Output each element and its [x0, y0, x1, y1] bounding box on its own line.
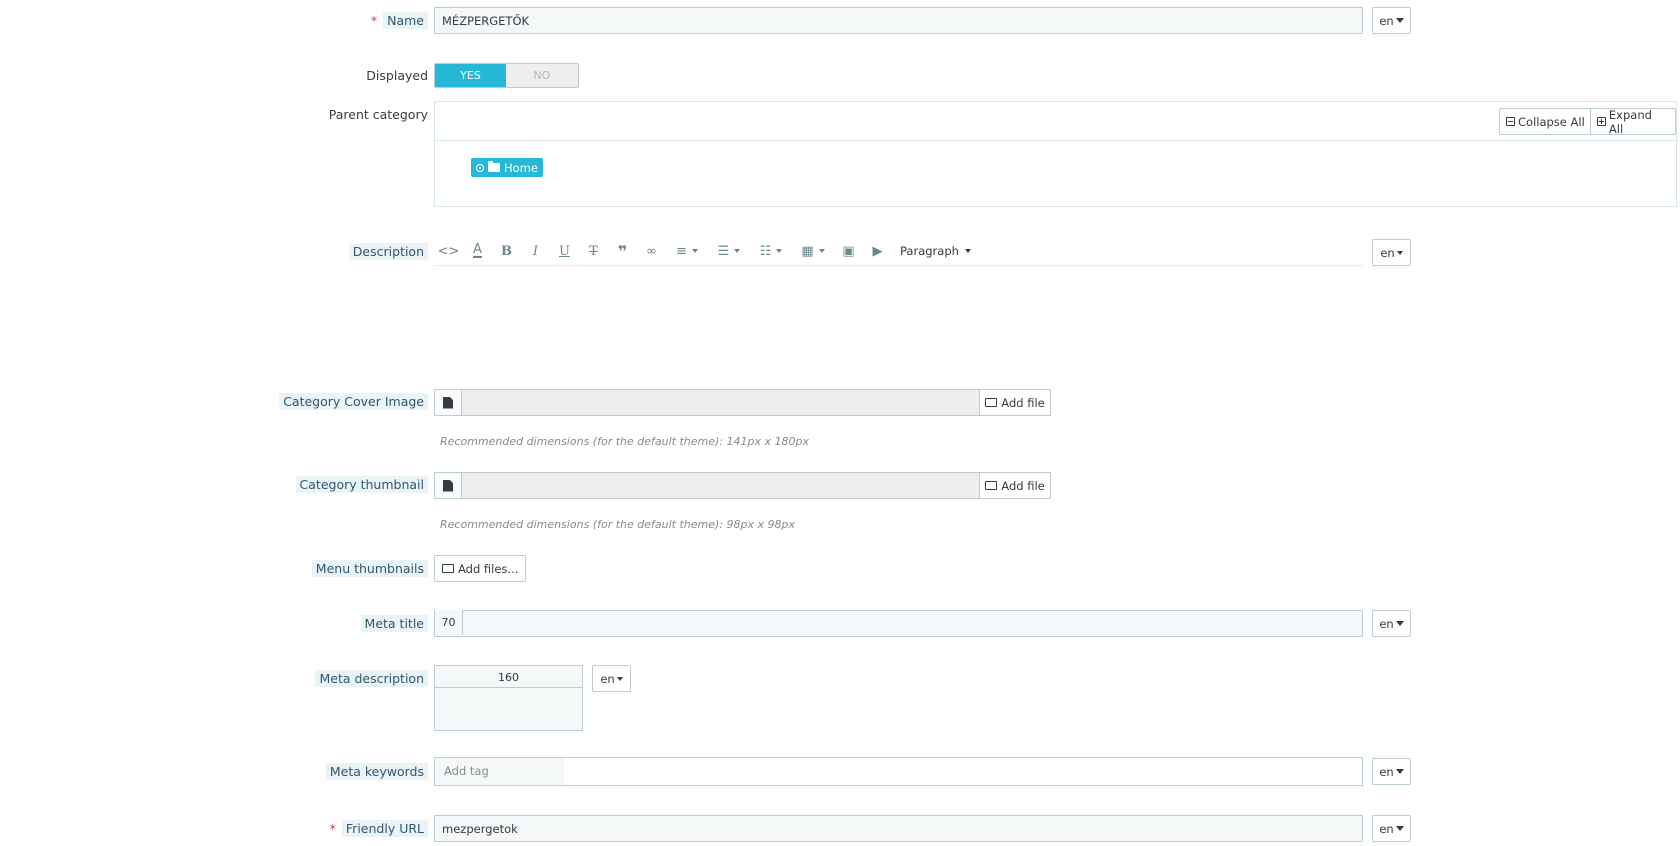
friendly-url-label-text: Friendly URL	[341, 820, 428, 837]
cover-image-label-text: Category Cover Image	[279, 393, 428, 410]
collapse-all-button[interactable]: Collapse All	[1499, 108, 1592, 135]
meta-title-lang-dropdown[interactable]: en	[1372, 610, 1411, 637]
meta-keywords-field[interactable]: Add tag	[434, 757, 1363, 786]
tree-item-home[interactable]: Home	[471, 158, 543, 177]
meta-keywords-lang-label: en	[1379, 764, 1394, 779]
expand-all-label: Expand All	[1608, 107, 1652, 136]
cover-image-add-button[interactable]: Add file	[979, 390, 1050, 415]
tree-header: Collapse All Expand All	[435, 102, 1676, 141]
name-label: * Name	[371, 12, 428, 30]
name-lang-dropdown[interactable]: en	[1372, 7, 1411, 34]
folder-open-icon	[985, 398, 998, 407]
displayed-yes[interactable]: YES	[435, 64, 506, 87]
meta-title-input[interactable]	[434, 610, 1363, 637]
thumbnail-file-input[interactable]: Add file	[434, 472, 1051, 499]
meta-title-label-text: Meta title	[360, 615, 428, 632]
meta-description-textarea[interactable]	[434, 687, 583, 731]
meta-description-lang-label: en	[600, 671, 615, 686]
cover-image-add-label: Add file	[1001, 395, 1045, 410]
menu-thumbnails-label: Menu thumbnails	[311, 560, 428, 578]
meta-title-lang-label: en	[1379, 616, 1394, 631]
required-mark: *	[370, 13, 378, 28]
cover-image-help: Recommended dimensions (for the default …	[440, 435, 809, 448]
chevron-down-icon	[1395, 769, 1404, 774]
meta-keywords-input[interactable]: Add tag	[435, 758, 564, 785]
chevron-down-icon	[616, 676, 623, 681]
friendly-url-lang-dropdown[interactable]: en	[1372, 815, 1411, 842]
thumbnail-label: Category thumbnail	[295, 476, 428, 494]
table-icon[interactable]: ▦	[792, 237, 834, 265]
name-label-text: Name	[383, 12, 428, 29]
category-tree: Collapse All Expand All	[434, 101, 1677, 207]
meta-keywords-label-text: Meta keywords	[325, 763, 428, 780]
cover-image-filename[interactable]	[462, 390, 979, 415]
meta-title-label: Meta title	[360, 615, 428, 633]
numbered-list-icon[interactable]: ☷	[750, 237, 792, 265]
meta-description-label-text: Meta description	[315, 670, 428, 687]
description-lang-label: en	[1380, 245, 1395, 260]
format-label: Paragraph	[900, 244, 959, 258]
meta-title-counter: 70	[435, 610, 463, 635]
friendly-url-lang-label: en	[1379, 821, 1394, 836]
media-icon[interactable]: ▶	[863, 237, 892, 265]
description-lang-dropdown[interactable]: en	[1372, 239, 1411, 266]
chevron-down-icon	[1395, 826, 1404, 831]
folder-open-icon	[442, 564, 454, 573]
collapse-icon	[1506, 117, 1515, 126]
image-icon[interactable]: ▣	[834, 237, 863, 265]
name-lang-label: en	[1379, 13, 1394, 28]
strikethrough-icon[interactable]: T	[579, 237, 608, 265]
bullet-list-icon[interactable]: ☰	[708, 237, 750, 265]
required-mark: *	[329, 821, 336, 836]
expand-all-button[interactable]: Expand All	[1590, 107, 1676, 136]
chevron-down-icon	[1396, 250, 1403, 255]
chevron-down-icon	[1395, 18, 1404, 23]
thumbnail-filename[interactable]	[462, 473, 979, 498]
thumbnail-label-text: Category thumbnail	[295, 476, 428, 493]
parent-category-label: Parent category	[328, 107, 428, 122]
friendly-url-input[interactable]: mezpergetok	[434, 815, 1363, 842]
editor-toolbar: <> A B I U T ❞ ∞ ≡ ☰ ☷ ▦ ▣ ▶ Paragraph	[434, 237, 1363, 266]
displayed-label: Displayed	[366, 68, 428, 83]
thumbnail-add-label: Add file	[1001, 478, 1045, 493]
link-icon[interactable]: ∞	[637, 237, 666, 265]
bold-icon[interactable]: B	[492, 237, 521, 265]
menu-thumbnails-label-text: Menu thumbnails	[311, 560, 428, 577]
description-label-text: Description	[348, 243, 428, 260]
cover-image-label: Category Cover Image	[279, 393, 428, 411]
meta-keywords-lang-dropdown[interactable]: en	[1372, 758, 1411, 785]
description-label: Description	[348, 243, 428, 261]
italic-icon[interactable]: I	[521, 237, 550, 265]
meta-description-lang-dropdown[interactable]: en	[592, 665, 631, 692]
radio-icon[interactable]	[476, 163, 484, 172]
chevron-down-icon	[1395, 621, 1404, 626]
meta-description-counter: 160	[434, 665, 583, 688]
align-icon[interactable]: ≡	[666, 237, 708, 265]
friendly-url-label: * Friendly URL	[330, 820, 428, 838]
file-icon	[435, 473, 462, 498]
meta-keywords-label: Meta keywords	[325, 763, 428, 781]
format-dropdown[interactable]: Paragraph	[892, 237, 979, 265]
thumbnail-add-button[interactable]: Add file	[979, 473, 1050, 498]
text-color-icon[interactable]: A	[463, 237, 492, 265]
name-input[interactable]: MÉZPERGETŐK	[434, 7, 1363, 34]
tree-item-home-label: Home	[504, 160, 538, 175]
meta-description-label: Meta description	[315, 670, 428, 688]
folder-open-icon	[985, 481, 998, 490]
quote-icon[interactable]: ❞	[608, 237, 637, 265]
file-icon	[435, 390, 462, 415]
cover-image-file-input[interactable]: Add file	[434, 389, 1051, 416]
displayed-no[interactable]: NO	[506, 64, 578, 87]
code-icon[interactable]: <>	[434, 237, 463, 265]
folder-icon	[488, 161, 500, 172]
underline-icon[interactable]: U	[550, 237, 579, 265]
menu-thumbnails-add-label: Add files...	[458, 561, 519, 576]
expand-icon	[1597, 117, 1606, 126]
thumbnail-help: Recommended dimensions (for the default …	[440, 518, 795, 531]
displayed-toggle[interactable]: YES NO	[434, 63, 579, 88]
menu-thumbnails-add-button[interactable]: Add files...	[434, 555, 527, 582]
collapse-all-label: Collapse All	[1518, 114, 1585, 129]
